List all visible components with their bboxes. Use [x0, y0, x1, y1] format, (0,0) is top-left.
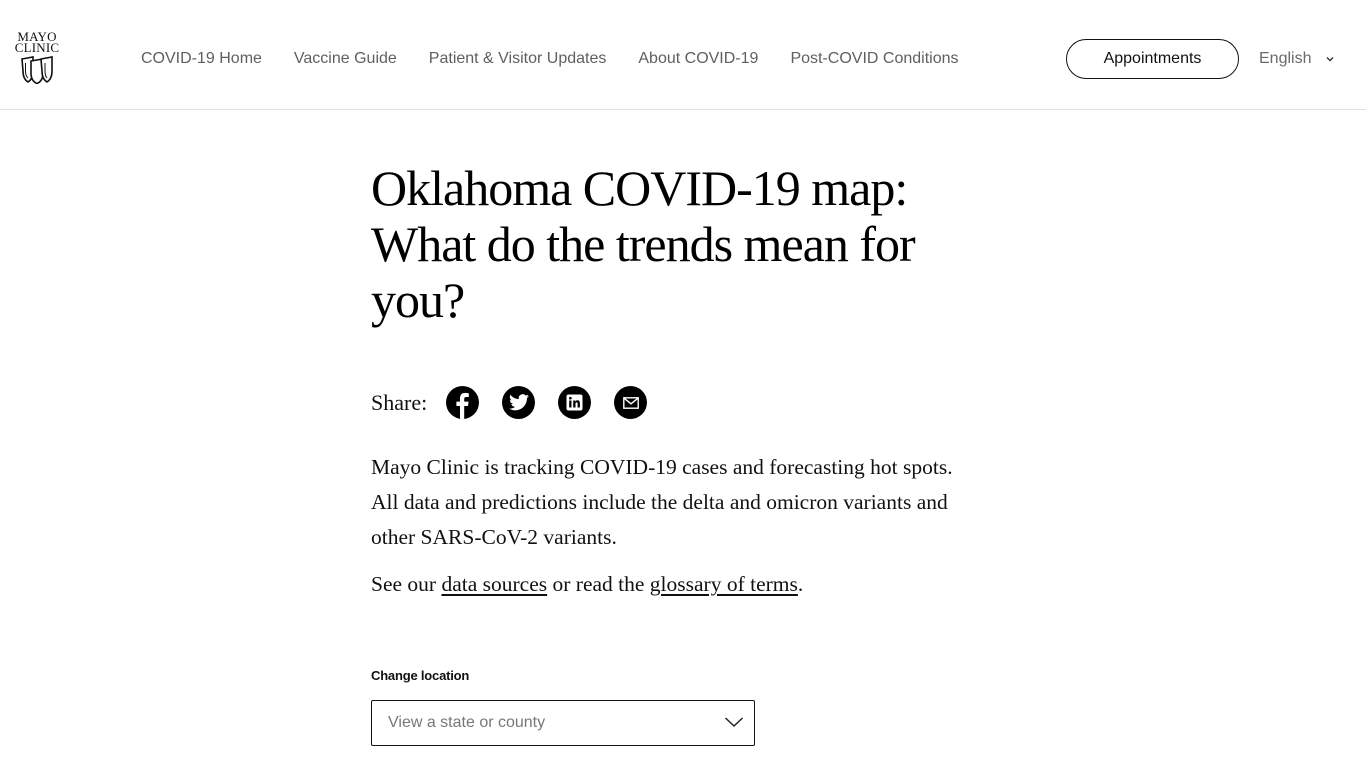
- chevron-down-icon: [724, 717, 744, 728]
- data-sources-link[interactable]: data sources: [441, 572, 547, 596]
- mayo-shields-icon: [21, 56, 53, 84]
- location-select[interactable]: View a state or county: [371, 700, 755, 746]
- nav-patient-visitor-updates[interactable]: Patient & Visitor Updates: [429, 48, 607, 70]
- twitter-icon: [508, 394, 529, 411]
- sources-prefix: See our: [371, 572, 442, 596]
- main-content: Oklahoma COVID-19 map: What do the trend…: [371, 160, 1011, 746]
- email-icon: [622, 396, 639, 409]
- intro-paragraph: Mayo Clinic is tracking COVID-19 cases a…: [371, 455, 953, 549]
- mayo-clinic-logo[interactable]: MAYO CLINIC: [10, 30, 64, 87]
- share-bar: Share:: [371, 386, 670, 419]
- share-twitter-button[interactable]: [502, 386, 536, 419]
- nav-vaccine-guide[interactable]: Vaccine Guide: [294, 48, 397, 70]
- share-email-button[interactable]: [614, 386, 648, 419]
- nav-covid-home[interactable]: COVID-19 Home: [141, 48, 262, 70]
- sources-suffix: .: [797, 572, 804, 596]
- linkedin-icon: [566, 394, 583, 411]
- share-facebook-button[interactable]: [446, 386, 480, 419]
- share-linkedin-button[interactable]: [558, 386, 592, 419]
- facebook-icon: [456, 392, 470, 419]
- change-location-label: Change location: [371, 668, 470, 683]
- location-select-placeholder: View a state or county: [388, 714, 546, 731]
- language-selector[interactable]: English: [1259, 48, 1335, 70]
- intro-section: Mayo Clinic is tracking COVID-19 cases a…: [371, 450, 981, 614]
- nav-about-covid[interactable]: About COVID-19: [638, 48, 758, 70]
- language-label: English: [1259, 50, 1312, 67]
- site-header: MAYO CLINIC COVID-19 Home Vaccine Guide …: [0, 0, 1366, 110]
- sources-middle: or read the: [547, 572, 650, 596]
- page-title: Oklahoma COVID-19 map: What do the trend…: [371, 160, 916, 328]
- nav-post-covid-conditions[interactable]: Post-COVID Conditions: [790, 48, 958, 70]
- main-nav: COVID-19 Home Vaccine Guide Patient & Vi…: [141, 48, 991, 70]
- sources-paragraph: See our data sources or read the glossar…: [371, 567, 981, 602]
- glossary-link[interactable]: glossary of terms: [650, 572, 798, 596]
- logo-text-line2: CLINIC: [14, 40, 60, 55]
- share-label: Share:: [371, 389, 428, 415]
- chevron-down-icon: [1326, 57, 1334, 62]
- appointments-button[interactable]: Appointments: [1066, 39, 1239, 79]
